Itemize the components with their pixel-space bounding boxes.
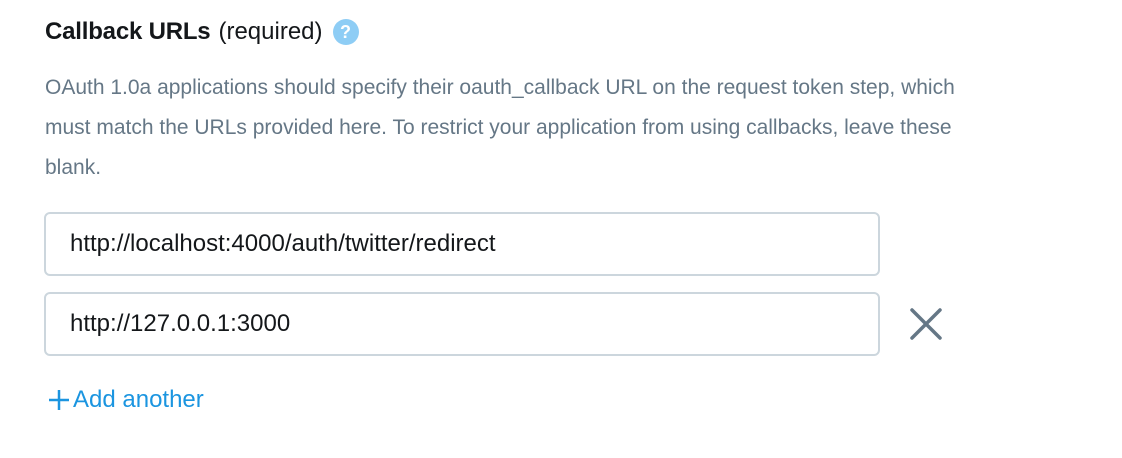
callback-url-row-2 [44, 292, 948, 356]
callback-urls-section: Callback URLs (required) ? OAuth 1.0a ap… [0, 0, 1122, 458]
section-heading: Callback URLs (required) ? [45, 14, 359, 50]
required-label: (required) [218, 18, 323, 45]
callback-url-input-1[interactable] [44, 212, 880, 276]
remove-url-button[interactable] [904, 302, 948, 346]
plus-icon [49, 390, 69, 410]
callback-url-row-1 [44, 212, 880, 276]
help-icon[interactable]: ? [332, 19, 359, 45]
section-title: Callback URLs [45, 18, 211, 45]
close-icon [910, 308, 942, 340]
add-another-label: Add another [73, 386, 204, 413]
section-description: OAuth 1.0a applications should specify t… [45, 76, 955, 179]
callback-url-input-2[interactable] [44, 292, 880, 356]
add-another-link[interactable]: Add another [47, 386, 204, 414]
